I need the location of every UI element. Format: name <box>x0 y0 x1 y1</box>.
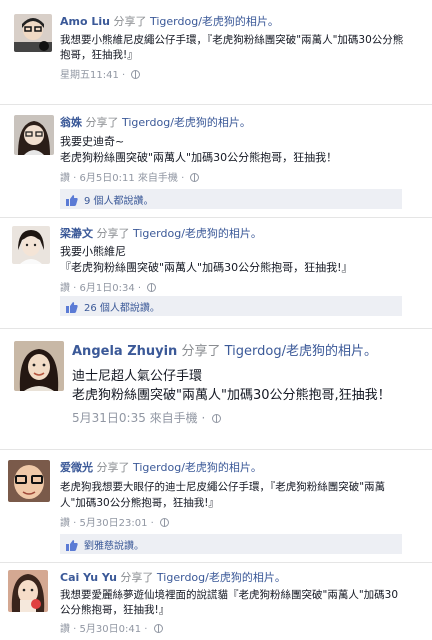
timestamp[interactable]: 讚 · 6月1日0:34 · <box>60 283 144 294</box>
globe-icon <box>159 518 169 527</box>
message-line: 公分熊抱哥，狂抽我!』 <box>60 604 170 616</box>
via-mobile[interactable]: 來自手機 · <box>150 411 209 425</box>
message-line: 我要小熊維尼 <box>60 245 126 258</box>
page-link[interactable]: Tigerdog/老虎狗 <box>133 461 218 474</box>
message-line: 『老虎狗粉絲團突破"兩萬人"加碼30公分熊抱哥，狂抽我!』 <box>60 261 353 274</box>
globe-icon <box>212 414 222 423</box>
thumbs-up-icon <box>66 195 78 206</box>
author-name[interactable]: 爱微光 <box>60 461 93 474</box>
shared-text: 分享了 <box>85 116 119 129</box>
page-link[interactable]: Tigerdog/老虎狗 <box>157 571 242 584</box>
divider <box>0 562 432 563</box>
photo-link[interactable]: 的相片。 <box>325 344 377 359</box>
globe-icon <box>147 283 157 292</box>
timestamp[interactable]: 讚 · 5月30日0:41 · <box>60 624 151 635</box>
author-name[interactable]: Angela Zhuyin <box>72 344 177 359</box>
message-line: 老虎狗粉絲團突破"兩萬人"加碼30公分熊抱哥,狂抽我！ <box>72 388 391 403</box>
photo-link[interactable]: 的相片。 <box>218 461 262 474</box>
photo-link[interactable]: 的相片。 <box>207 116 251 129</box>
page-link[interactable]: Tigerdog/老虎狗 <box>150 15 235 28</box>
author-name[interactable]: 梁瀞文 <box>60 227 93 240</box>
author-name[interactable]: Amo Liu <box>60 15 110 28</box>
avatar[interactable] <box>8 460 50 502</box>
shared-text: 分享了 <box>120 571 154 584</box>
globe-icon <box>153 624 163 633</box>
message-line: 我想要小熊維尼皮繩公仔手環，『老虎狗粉絲團突破"兩萬人"加碼30公分熊 <box>60 34 404 46</box>
globe-icon <box>131 70 141 79</box>
likes-count: 26 個人都說讚。 <box>84 303 160 314</box>
divider <box>0 217 432 218</box>
message-line: 迪士尼超人氣公仔手環 <box>72 369 203 384</box>
likes-count: 9 個人都說讚。 <box>84 196 154 207</box>
author-name[interactable]: 翁姝 <box>60 116 82 129</box>
thumbs-up-icon <box>66 302 78 313</box>
message-line: 抱哥，狂抽我!』 <box>60 49 138 61</box>
page-link[interactable]: Tigerdog/老虎狗 <box>133 227 218 240</box>
likes-bar[interactable]: 26 個人都說讚。 <box>60 296 402 316</box>
shared-text: 分享了 <box>181 344 221 359</box>
thumbs-up-icon <box>66 540 78 551</box>
divider <box>0 328 432 329</box>
shared-text: 分享了 <box>96 227 130 240</box>
avatar[interactable] <box>8 570 48 612</box>
page-link[interactable]: Tigerdog/老虎狗 <box>122 116 207 129</box>
via-mobile[interactable]: 來自手機 · <box>138 173 188 184</box>
message-line: 老虎狗我想要大眼仔的迪士尼皮繩公仔手環，『老虎狗粉絲團突破"兩萬 <box>60 481 386 493</box>
shared-text: 分享了 <box>113 15 147 28</box>
message-line: 我要史迪奇~ <box>60 135 125 148</box>
message-line: 我想要愛麗絲夢遊仙境裡面的說謊貓『老虎狗粉絲團突破"兩萬人"加碼30 <box>60 589 399 601</box>
likes-count: 劉雅慈說讚。 <box>84 541 144 552</box>
message-line: 老虎狗粉絲團突破"兩萬人"加碼30公分熊抱哥，狂抽我！ <box>60 151 338 164</box>
avatar[interactable] <box>14 14 52 52</box>
avatar[interactable] <box>12 226 50 264</box>
shared-text: 分享了 <box>96 461 130 474</box>
timestamp[interactable]: 讚 · 5月30日23:01 · <box>60 518 157 529</box>
timestamp[interactable]: 讚 · 6月5日0:11 <box>60 173 138 184</box>
divider <box>0 449 432 450</box>
likes-bar[interactable]: 劉雅慈說讚。 <box>60 534 402 554</box>
message-line: 人"加碼30公分熊抱哥，狂抽我!』 <box>60 497 219 509</box>
photo-link[interactable]: 的相片。 <box>218 227 262 240</box>
photo-link[interactable]: 的相片。 <box>235 15 279 28</box>
author-name[interactable]: Cai Yu Yu <box>60 571 117 584</box>
avatar[interactable] <box>14 341 64 391</box>
timestamp[interactable]: 星期五11:41 · <box>60 70 128 81</box>
page-link[interactable]: Tigerdog/老虎狗 <box>225 344 325 359</box>
likes-bar[interactable]: 9 個人都說讚。 <box>60 189 402 209</box>
timestamp[interactable]: 5月31日0:35 <box>72 411 150 425</box>
avatar[interactable] <box>14 115 54 155</box>
globe-icon <box>190 173 200 182</box>
divider <box>0 104 432 105</box>
photo-link[interactable]: 的相片。 <box>242 571 286 584</box>
